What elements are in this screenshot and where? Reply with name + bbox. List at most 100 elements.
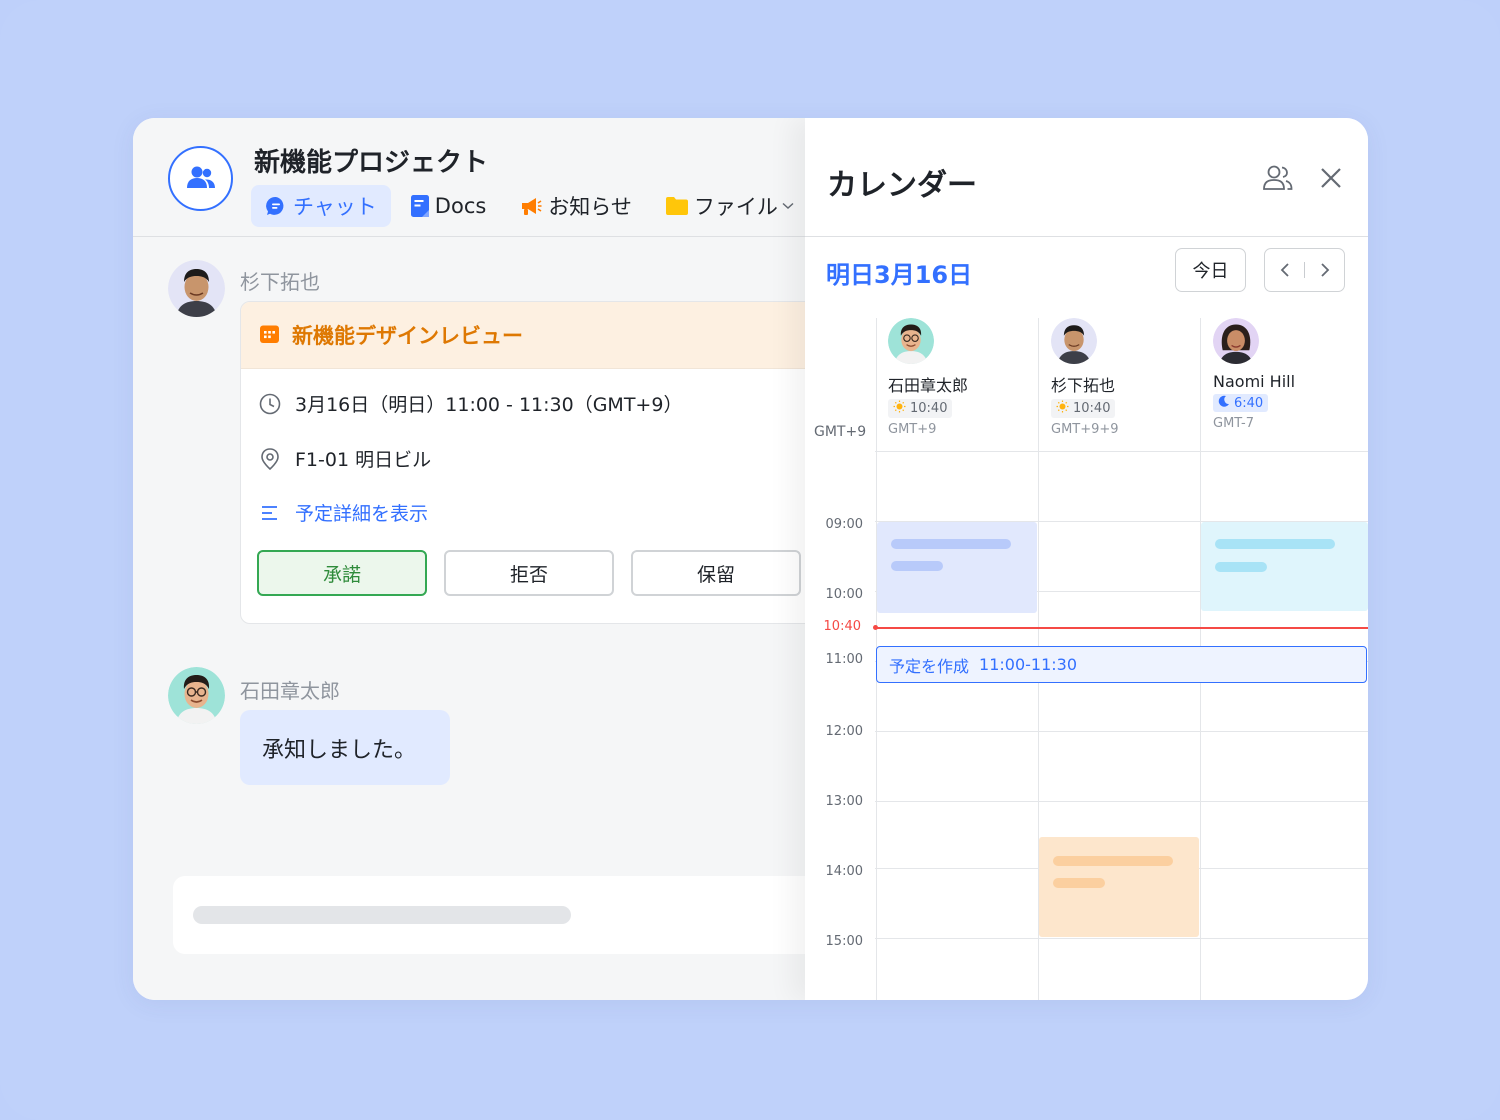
grid-hour-line (875, 938, 1368, 939)
busy-placeholder-bar (1053, 856, 1173, 866)
person-name: 石田章太郎 (888, 376, 969, 395)
tab-announcements[interactable]: お知らせ (506, 185, 646, 227)
maybe-button[interactable]: 保留 (631, 550, 801, 596)
message-sender: 杉下拓也 (240, 270, 320, 294)
message-bubble: 承知しました。 (240, 710, 450, 785)
grid-hour-line (875, 731, 1368, 732)
tab-chat[interactable]: チャット (251, 185, 391, 227)
hour-label: 15:00 (825, 934, 863, 949)
moon-icon (1218, 395, 1230, 411)
date-nav (1264, 248, 1345, 292)
event-time: 3月16日（明日）11:00 - 11:30（GMT+9） (295, 394, 683, 416)
busy-block-ishida[interactable] (877, 522, 1037, 613)
person-timezone: GMT+9 (888, 422, 937, 437)
avatar-ishida[interactable] (168, 667, 225, 724)
person-local-time-value: 6:40 (1234, 395, 1264, 411)
accept-button[interactable]: 承諾 (257, 550, 427, 596)
calendar-title: カレンダー (827, 168, 977, 203)
person-local-time: 10:40 (888, 399, 953, 418)
sun-icon (893, 400, 906, 417)
current-time-label: 10:40 (823, 619, 861, 634)
avatar-sugishita[interactable] (168, 260, 225, 317)
group-avatar[interactable] (168, 146, 233, 211)
chevron-down-icon (782, 198, 794, 214)
chat-header: 新機能プロジェクト チャット Docs お知らせ ファイル (133, 118, 805, 237)
avatar-ishida[interactable] (888, 318, 934, 364)
chat-bubble-icon (265, 195, 287, 217)
hour-label: 12:00 (825, 724, 863, 739)
create-event-time: 11:00-11:30 (979, 655, 1078, 674)
tab-docs[interactable]: Docs (397, 185, 501, 227)
composer-placeholder-bar (193, 906, 571, 924)
docs-icon (410, 195, 429, 217)
create-event-label: 予定を作成 (889, 656, 970, 676)
person-local-time: 6:40 (1213, 394, 1269, 412)
tab-bar: チャット Docs お知らせ ファイル (251, 185, 814, 227)
current-time-line (875, 627, 1368, 629)
chevron-left-icon[interactable] (1265, 249, 1305, 290)
event-card-header: 新機能デザインレビュー (241, 302, 819, 369)
busy-placeholder-bar (1053, 878, 1105, 888)
grid-header-divider (875, 451, 1368, 452)
event-details-link[interactable]: 予定詳細を表示 (259, 499, 428, 526)
create-event-slot[interactable]: 予定を作成 11:00-11:30 (876, 646, 1367, 683)
group-title: 新機能プロジェクト (254, 148, 489, 178)
person-local-time: 10:40 (1051, 399, 1116, 418)
person-local-time-value: 10:40 (910, 401, 948, 416)
calendar-header: カレンダー (805, 118, 1368, 237)
person-name: 杉下拓也 (1051, 376, 1116, 395)
app-window: 新機能プロジェクト チャット Docs お知らせ ファイル 杉下拓也 新機能デザ… (133, 118, 1368, 1000)
calendar-icon (260, 324, 279, 347)
event-details-label: 予定詳細を表示 (295, 503, 429, 525)
decline-button[interactable]: 拒否 (444, 550, 614, 596)
hour-label: 13:00 (825, 794, 863, 809)
details-list-icon (259, 502, 281, 524)
current-time-dot (873, 625, 878, 630)
tab-files-label: ファイル (693, 195, 778, 219)
tab-files[interactable]: ファイル (652, 185, 808, 227)
group-people-icon (186, 164, 216, 194)
hour-label: 14:00 (825, 864, 863, 879)
tab-announcements-label: お知らせ (548, 195, 632, 219)
busy-placeholder-bar (891, 539, 1011, 549)
people-icon[interactable] (1263, 164, 1293, 196)
busy-block-sugishita[interactable] (1039, 837, 1199, 937)
event-title: 新機能デザインレビュー (292, 324, 523, 348)
calendar-panel: カレンダー 明日3月16日 今日 GMT+9 石田章太郎 10:40 GMT+9… (805, 118, 1368, 1000)
folder-icon (665, 197, 688, 215)
person-column-ishida: 石田章太郎 10:40 GMT+9 (888, 318, 1048, 437)
close-icon[interactable] (1317, 164, 1345, 196)
hour-label: 11:00 (825, 652, 863, 667)
location-pin-icon (259, 447, 281, 470)
event-location-row: F1-01 明日ビル (259, 445, 431, 472)
hour-label: 10:00 (825, 587, 863, 602)
person-local-time-value: 10:40 (1073, 401, 1111, 416)
busy-block-naomi[interactable] (1201, 522, 1368, 611)
hour-label: 09:00 (825, 517, 863, 532)
event-invite-card[interactable]: 新機能デザインレビュー 3月16日（明日）11:00 - 11:30（GMT+9… (240, 301, 820, 624)
person-name: Naomi Hill (1213, 372, 1296, 391)
local-timezone-label: GMT+9 (814, 424, 867, 440)
person-timezone: GMT-7 (1213, 416, 1254, 431)
busy-placeholder-bar (1215, 539, 1335, 549)
busy-placeholder-bar (891, 561, 943, 571)
avatar-sugishita[interactable] (1051, 318, 1097, 364)
person-column-naomi: Naomi Hill 6:40 GMT-7 (1213, 318, 1368, 431)
chat-panel: 新機能プロジェクト チャット Docs お知らせ ファイル 杉下拓也 新機能デザ… (133, 118, 833, 1000)
calendar-date-label: 明日3月16日 (826, 261, 973, 289)
tab-docs-label: Docs (434, 194, 487, 218)
busy-placeholder-bar (1215, 562, 1267, 572)
event-location: F1-01 明日ビル (295, 449, 432, 471)
grid-hour-line (875, 801, 1368, 802)
message-sender: 石田章太郎 (240, 679, 340, 703)
event-time-row: 3月16日（明日）11:00 - 11:30（GMT+9） (259, 390, 682, 417)
megaphone-icon (520, 196, 542, 216)
message-composer[interactable] (173, 876, 833, 954)
clock-icon (259, 393, 281, 415)
person-column-sugishita: 杉下拓也 10:40 GMT+9+9 (1051, 318, 1211, 437)
avatar-naomi[interactable] (1213, 318, 1259, 364)
person-timezone: GMT+9+9 (1051, 422, 1119, 437)
chevron-right-icon[interactable] (1305, 249, 1345, 290)
tab-chat-label: チャット (293, 195, 377, 219)
today-button[interactable]: 今日 (1175, 248, 1246, 292)
